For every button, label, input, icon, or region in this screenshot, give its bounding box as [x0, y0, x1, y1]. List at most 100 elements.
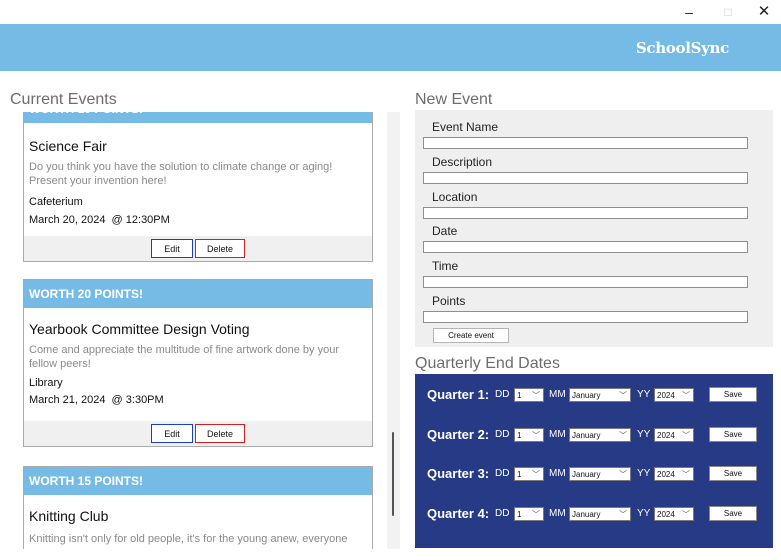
- day-select[interactable]: 1 ﹀: [514, 428, 544, 442]
- close-button[interactable]: ✕: [746, 0, 781, 24]
- date-input[interactable]: [423, 241, 748, 253]
- event-card: WORTH 15 POINTS! Knitting Club Knitting …: [23, 466, 373, 549]
- time-input[interactable]: [423, 276, 748, 288]
- year-select[interactable]: 2024 ﹀: [654, 467, 694, 481]
- current-events-title: Current Events: [10, 91, 117, 108]
- month-select[interactable]: January ﹀: [569, 467, 631, 481]
- quarter-row: Quarter 3: DD 1 ﹀ MM January ﹀ YY 2024 ﹀ Sa…: [427, 465, 767, 483]
- event-title: Knitting Club: [29, 508, 109, 524]
- mm-label: MM: [549, 468, 566, 479]
- event-title: Science Fair: [29, 138, 107, 154]
- day-value: 1: [517, 431, 522, 440]
- events-list[interactable]: WORTH 10 POINTS! Science Fair Do you thi…: [10, 112, 400, 549]
- quarter-label: Quarter 2:: [427, 427, 490, 442]
- delete-button[interactable]: Delete: [195, 424, 245, 443]
- delete-button[interactable]: Delete: [195, 239, 245, 258]
- event-title: Yearbook Committee Design Voting: [29, 321, 250, 337]
- year-value: 2024: [657, 510, 675, 519]
- yy-label: YY: [637, 429, 651, 440]
- event-card: WORTH 10 POINTS! Science Fair Do you thi…: [23, 112, 373, 262]
- month-select[interactable]: January ﹀: [569, 428, 631, 442]
- event-location: Library: [29, 377, 63, 389]
- day-select[interactable]: 1 ﹀: [514, 388, 544, 402]
- day-value: 1: [517, 391, 522, 400]
- chevron-down-icon: ﹀: [682, 391, 690, 400]
- chevron-down-icon: ﹀: [619, 510, 627, 519]
- chevron-down-icon: ﹀: [682, 431, 690, 440]
- month-value: January: [572, 510, 601, 519]
- dd-label: DD: [495, 508, 510, 519]
- quarter-row: Quarter 1: DD 1 ﹀ MM January ﹀ YY 2024 ﹀ Sa…: [427, 386, 767, 404]
- year-value: 2024: [657, 391, 675, 400]
- yy-label: YY: [637, 389, 651, 400]
- points-label: Points: [432, 294, 466, 308]
- dd-label: DD: [495, 468, 510, 479]
- chevron-down-icon: ﹀: [532, 510, 540, 519]
- time-label: Time: [432, 259, 459, 273]
- edit-button[interactable]: Edit: [151, 424, 193, 443]
- chevron-down-icon: ﹀: [532, 391, 540, 400]
- day-value: 1: [517, 470, 522, 479]
- event-points-band: WORTH 10 POINTS!: [24, 112, 372, 123]
- dd-label: DD: [495, 429, 510, 440]
- new-event-form: Event Name Description Location Date Tim…: [415, 110, 773, 347]
- brand-logo: SchoolSync: [635, 39, 729, 57]
- event-datetime: March 21, 2024 @ 3:30PM: [29, 394, 164, 406]
- chevron-down-icon: ﹀: [619, 470, 627, 479]
- year-value: 2024: [657, 431, 675, 440]
- description-input[interactable]: [423, 172, 748, 184]
- chevron-down-icon: ﹀: [682, 510, 690, 519]
- day-select[interactable]: 1 ﹀: [514, 467, 544, 481]
- event-name-label: Event Name: [432, 120, 499, 134]
- new-event-title: New Event: [415, 91, 493, 108]
- save-quarter-button[interactable]: Save: [709, 466, 757, 481]
- chevron-down-icon: ﹀: [532, 470, 540, 479]
- chevron-down-icon: ﹀: [619, 431, 627, 440]
- chevron-down-icon: ﹀: [619, 391, 627, 400]
- month-select[interactable]: January ﹀: [569, 388, 631, 402]
- yy-label: YY: [637, 468, 651, 479]
- event-name-input[interactable]: [423, 137, 748, 149]
- quarter-label: Quarter 3:: [427, 466, 490, 481]
- quarter-label: Quarter 4:: [427, 506, 490, 521]
- month-select[interactable]: January ﹀: [569, 507, 631, 521]
- event-card: WORTH 20 POINTS! Yearbook Committee Desi…: [23, 279, 373, 447]
- description-label: Description: [432, 155, 493, 169]
- date-label: Date: [432, 224, 458, 238]
- chevron-down-icon: ﹀: [532, 431, 540, 440]
- event-description: Do you think you have the solution to cl…: [29, 161, 333, 187]
- chevron-down-icon: ﹀: [682, 470, 690, 479]
- quarter-row: Quarter 2: DD 1 ﹀ MM January ﹀ YY 2024 ﹀ Sa…: [427, 426, 767, 444]
- year-select[interactable]: 2024 ﹀: [654, 428, 694, 442]
- year-value: 2024: [657, 470, 675, 479]
- yy-label: YY: [637, 508, 651, 519]
- event-datetime: March 20, 2024 @ 12:30PM: [29, 214, 170, 226]
- year-select[interactable]: 2024 ﹀: [654, 388, 694, 402]
- day-value: 1: [517, 510, 522, 519]
- mm-label: MM: [549, 389, 566, 400]
- mm-label: MM: [549, 508, 566, 519]
- event-points-band: WORTH 15 POINTS!: [24, 467, 372, 495]
- maximize-button[interactable]: □: [710, 0, 746, 24]
- window-titlebar: – □ ✕: [0, 0, 781, 24]
- dd-label: DD: [495, 389, 510, 400]
- quarterly-end-dates-panel: Quarter 1: DD 1 ﹀ MM January ﹀ YY 2024 ﹀ Sa…: [415, 374, 773, 548]
- save-quarter-button[interactable]: Save: [709, 427, 757, 442]
- location-input[interactable]: [423, 207, 748, 219]
- app-header: SchoolSync: [0, 24, 781, 71]
- day-select[interactable]: 1 ﹀: [514, 507, 544, 521]
- mm-label: MM: [549, 429, 566, 440]
- save-quarter-button[interactable]: Save: [709, 387, 757, 402]
- save-quarter-button[interactable]: Save: [709, 506, 757, 521]
- edit-button[interactable]: Edit: [151, 239, 193, 258]
- points-input[interactable]: [423, 311, 748, 323]
- events-scrollbar-thumb[interactable]: [392, 432, 394, 516]
- month-value: January: [572, 431, 601, 440]
- create-event-button[interactable]: Create event: [433, 328, 509, 343]
- minimize-button[interactable]: –: [671, 0, 707, 24]
- event-points-band: WORTH 20 POINTS!: [24, 280, 372, 308]
- quarterly-end-dates-title: Quarterly End Dates: [415, 355, 560, 372]
- event-actions: Edit Delete: [24, 421, 372, 446]
- year-select[interactable]: 2024 ﹀: [654, 507, 694, 521]
- event-description: Knitting isn't only for old people, it's…: [29, 533, 348, 545]
